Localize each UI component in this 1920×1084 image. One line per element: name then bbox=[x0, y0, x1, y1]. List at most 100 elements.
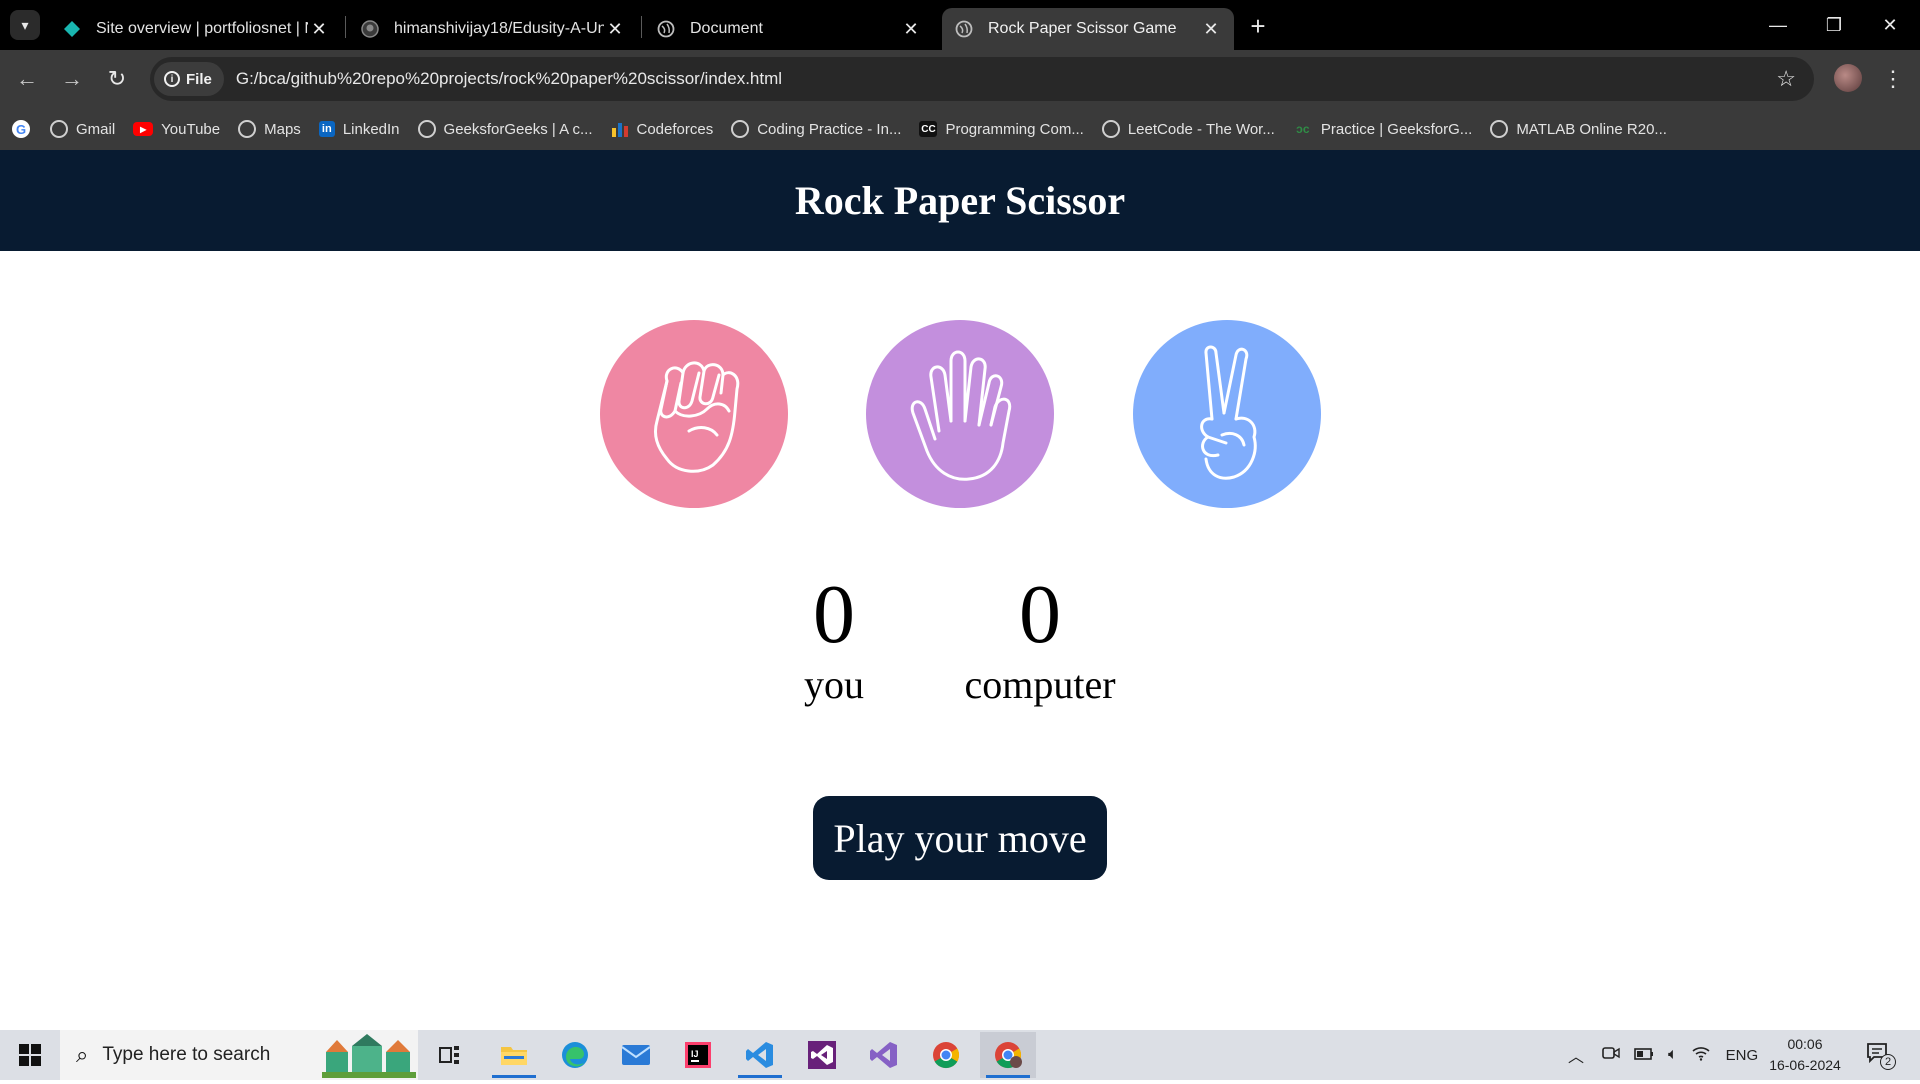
task-view-icon bbox=[439, 1046, 459, 1064]
info-icon: i bbox=[164, 71, 180, 87]
battery-icon[interactable] bbox=[1634, 1047, 1654, 1064]
bookmark-matlab[interactable]: MATLAB Online R20... bbox=[1490, 120, 1667, 138]
vscode-icon bbox=[746, 1042, 773, 1068]
bookmark-label: Programming Com... bbox=[945, 120, 1084, 138]
notifications-button[interactable]: 2 bbox=[1866, 1042, 1896, 1070]
edge-app[interactable] bbox=[547, 1032, 603, 1078]
restore-button[interactable]: ❐ bbox=[1814, 10, 1854, 40]
reload-button[interactable]: ↻ bbox=[100, 62, 134, 96]
globe-icon bbox=[417, 120, 436, 138]
close-icon[interactable]: ✕ bbox=[900, 18, 922, 40]
svg-text:IJ: IJ bbox=[691, 1049, 699, 1059]
user-score-block: 0 you bbox=[774, 570, 894, 710]
arrow-right-icon: → bbox=[61, 66, 83, 91]
windows-taskbar: ⌕ Type here to search IJ ︿ 🔈︎ ENG 00:06 … bbox=[0, 1030, 1920, 1080]
user-score: 0 bbox=[813, 568, 855, 661]
rock-choice[interactable] bbox=[600, 320, 788, 508]
tab-site-overview[interactable]: Site overview | portfoliosnet | N ✕ bbox=[50, 8, 342, 50]
bookmark-gfg-practice[interactable]: ↄc Practice | GeeksforG... bbox=[1293, 120, 1472, 138]
chrome-icon bbox=[995, 1042, 1022, 1069]
globe-icon bbox=[656, 19, 676, 39]
scissors-choice[interactable] bbox=[1133, 320, 1321, 508]
bookmark-linkedin[interactable]: in LinkedIn bbox=[318, 120, 400, 138]
browser-menu-button[interactable]: ⋮ bbox=[1880, 62, 1906, 96]
gfg-icon: ↄc bbox=[1296, 122, 1310, 136]
scheme-label: File bbox=[186, 70, 212, 88]
bookmark-youtube[interactable]: ▶ YouTube bbox=[133, 121, 220, 138]
close-icon[interactable]: ✕ bbox=[1200, 18, 1222, 40]
tab-title: himanshivijay18/Edusity-A-Univ bbox=[394, 20, 604, 37]
bookmark-star-icon[interactable]: ☆ bbox=[1776, 66, 1796, 92]
tab-rock-paper-scissor[interactable]: Rock Paper Scissor Game ✕ bbox=[942, 8, 1234, 50]
url-text[interactable]: G:/bca/github%20repo%20projects/rock%20p… bbox=[236, 69, 782, 89]
intellij-app[interactable]: IJ bbox=[670, 1032, 726, 1078]
close-window-button[interactable]: ✕ bbox=[1870, 10, 1910, 40]
running-indicator bbox=[492, 1075, 536, 1078]
linkedin-icon: in bbox=[318, 121, 335, 137]
taskbar-clock[interactable]: 00:06 16-06-2024 bbox=[1760, 1034, 1850, 1076]
mail-app[interactable] bbox=[608, 1032, 664, 1078]
clock-date: 16-06-2024 bbox=[1769, 1057, 1841, 1073]
edge-icon bbox=[562, 1042, 588, 1068]
address-bar[interactable]: i File G:/bca/github%20repo%20projects/r… bbox=[150, 57, 1814, 101]
task-view-button[interactable] bbox=[422, 1032, 478, 1078]
bookmark-geeksforgeeks[interactable]: GeeksforGeeks | A c... bbox=[417, 120, 593, 138]
site-info-chip[interactable]: i File bbox=[154, 62, 224, 96]
taskbar-search-placeholder: Type here to search bbox=[102, 1044, 271, 1065]
tab-search-button[interactable]: ▾ bbox=[10, 10, 40, 40]
file-explorer-app[interactable] bbox=[486, 1032, 542, 1078]
minimize-button[interactable]: — bbox=[1758, 10, 1798, 40]
chrome-app[interactable] bbox=[918, 1032, 974, 1078]
wifi-icon[interactable] bbox=[1692, 1045, 1710, 1065]
globe-icon bbox=[954, 19, 974, 39]
visual-studio-app[interactable] bbox=[794, 1032, 850, 1078]
forward-button[interactable]: → bbox=[55, 62, 89, 96]
bookmark-codeforces[interactable]: Codeforces bbox=[611, 120, 713, 138]
globe-icon bbox=[1101, 120, 1120, 138]
back-button[interactable]: ← bbox=[10, 62, 44, 96]
game-message-button[interactable]: Play your move bbox=[813, 796, 1107, 880]
bookmark-label: LinkedIn bbox=[342, 120, 400, 138]
close-icon[interactable]: ✕ bbox=[308, 18, 330, 40]
close-icon[interactable]: ✕ bbox=[604, 18, 626, 40]
tab-title: Rock Paper Scissor Game bbox=[988, 20, 1177, 37]
bookmark-maps[interactable]: Maps bbox=[238, 120, 301, 138]
computer-score-block: 0 computer bbox=[940, 570, 1140, 710]
google-apps-bookmark[interactable]: G bbox=[12, 120, 38, 138]
game-header: Rock Paper Scissor bbox=[0, 150, 1920, 251]
chrome-profile-app[interactable] bbox=[980, 1032, 1036, 1078]
plus-icon: + bbox=[1250, 10, 1266, 41]
reload-icon: ↻ bbox=[107, 66, 127, 91]
bookmark-label: GeeksforGeeks | A c... bbox=[443, 120, 593, 138]
tab-github[interactable]: himanshivijay18/Edusity-A-Univ ✕ bbox=[348, 8, 638, 50]
bookmark-label: LeetCode - The Wor... bbox=[1127, 120, 1275, 138]
windows-logo-icon bbox=[19, 1044, 41, 1066]
bookmark-coding-practice[interactable]: Coding Practice - In... bbox=[731, 120, 901, 138]
close-icon: ✕ bbox=[1882, 14, 1898, 35]
meet-now-icon[interactable] bbox=[1602, 1045, 1620, 1065]
bookmark-label: Gmail bbox=[76, 120, 116, 138]
profile-avatar[interactable] bbox=[1834, 64, 1862, 92]
tab-document[interactable]: Document ✕ bbox=[644, 8, 934, 50]
bookmark-label: Maps bbox=[264, 120, 301, 138]
bookmark-label: MATLAB Online R20... bbox=[1516, 120, 1667, 138]
show-hidden-icons-chevron-up-icon[interactable]: ︿ bbox=[1568, 1043, 1584, 1067]
globe-icon bbox=[731, 120, 750, 138]
new-tab-button[interactable]: + bbox=[1244, 10, 1272, 41]
bookmark-leetcode[interactable]: LeetCode - The Wor... bbox=[1101, 120, 1275, 138]
start-button[interactable] bbox=[0, 1030, 60, 1080]
clock-time: 00:06 bbox=[1787, 1036, 1823, 1052]
bookmark-label: Coding Practice - In... bbox=[757, 120, 902, 138]
chevron-down-icon: ▾ bbox=[21, 16, 29, 33]
input-language[interactable]: ENG bbox=[1726, 1047, 1759, 1064]
taskbar-search[interactable]: ⌕ Type here to search bbox=[60, 1030, 418, 1080]
game-page: Rock Paper Scissor 0 you 0 computer Play… bbox=[0, 150, 1920, 1030]
vscode-app[interactable] bbox=[732, 1032, 788, 1078]
notification-count-badge: 2 bbox=[1880, 1054, 1896, 1070]
paper-choice[interactable] bbox=[866, 320, 1054, 508]
computer-score: 0 bbox=[1019, 568, 1061, 661]
visual-studio-preview-app[interactable] bbox=[856, 1032, 912, 1078]
speaker-icon[interactable]: 🔈︎ bbox=[1668, 1046, 1678, 1064]
bookmark-codechef[interactable]: CC Programming Com... bbox=[919, 120, 1084, 138]
bookmark-gmail[interactable]: Gmail bbox=[50, 120, 115, 138]
